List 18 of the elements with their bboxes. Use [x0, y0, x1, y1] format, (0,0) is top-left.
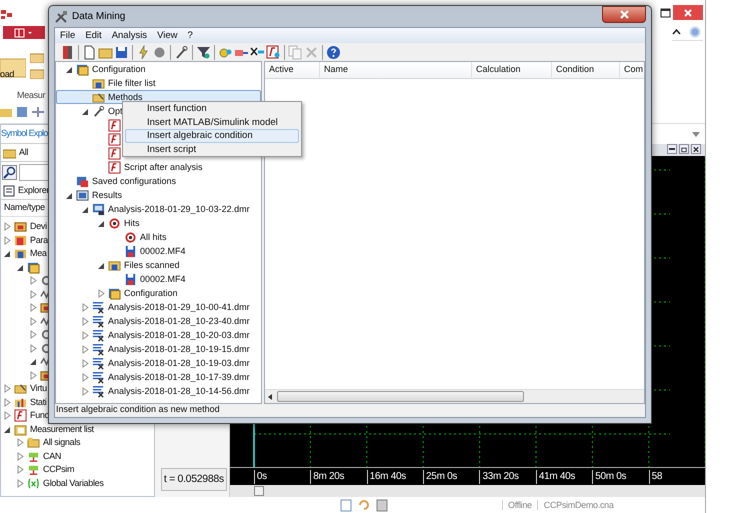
axis-label: 58	[652, 470, 662, 484]
axis-label: 8m 20s	[313, 470, 344, 484]
axis-label: 25m 0s	[426, 470, 458, 484]
column-header: Name/type	[4, 202, 45, 213]
filter-label: All	[19, 147, 28, 158]
axis-label: 33m 20s	[482, 470, 519, 484]
group-label: Measur	[17, 90, 46, 101]
axis-label: 0s	[256, 470, 267, 484]
panel-title: Symbol Explo	[1, 127, 48, 140]
status-text: Insert algebraic condition as new method	[55, 404, 220, 416]
window-title: Data Mining	[72, 10, 126, 22]
status-text: Offline	[502, 500, 538, 510]
axis-label: 16m 40s	[370, 470, 406, 484]
load-label: oad	[0, 69, 14, 80]
status-text: CCPsimDemo.cna	[542, 500, 614, 510]
time-readout: t = 0.052988s	[160, 468, 227, 491]
axis-label: 50m 0s	[595, 470, 626, 484]
axis-label: 41m 40s	[538, 470, 576, 484]
